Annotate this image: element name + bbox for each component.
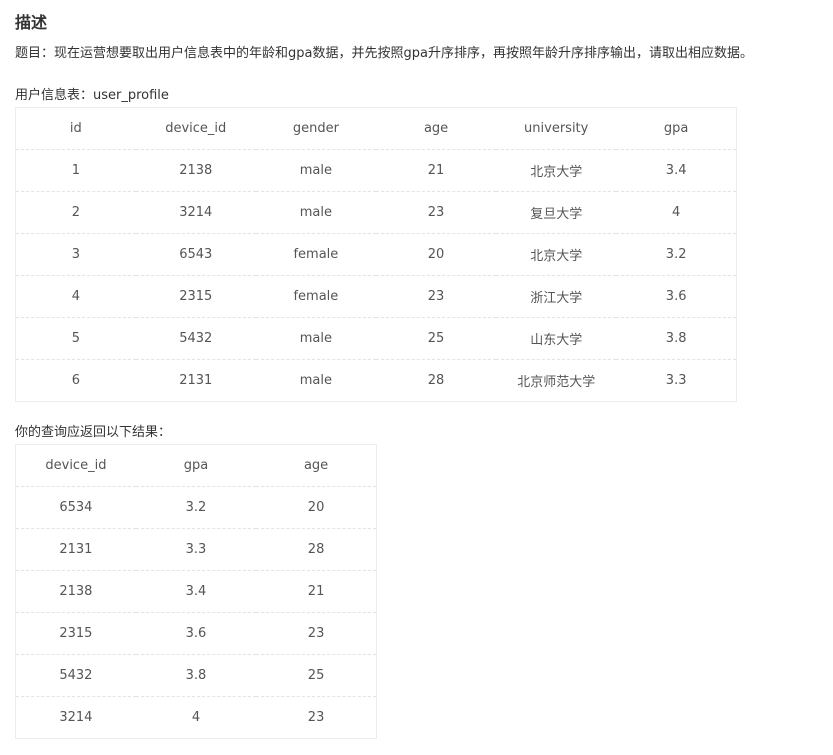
table-cell: 3.8 (135, 654, 257, 697)
table-cell: 23 (375, 191, 497, 234)
table-cell: 2315 (135, 275, 256, 318)
table-cell: 23 (375, 275, 497, 318)
table-cell: 2131 (15, 528, 136, 571)
table-cell: 3214 (135, 191, 256, 234)
table-header-row: id device_id gender age university gpa (15, 107, 737, 150)
table-cell: 3.4 (135, 570, 257, 613)
table-cell: 北京大学 (496, 233, 617, 276)
table-cell: 2131 (179, 373, 213, 388)
table-cell: 5 (15, 317, 136, 360)
table-header-row: device_id gpa age (15, 444, 377, 487)
table-cell: 28 (256, 528, 377, 571)
table-cell: 3214 (59, 710, 93, 725)
expected-result-table: device_id gpa age 6534 3.2 20 2131 3.3 28 2138 3.4… (15, 444, 377, 739)
table-row: 2138 3.4 21 (15, 570, 377, 613)
table-cell: 4 (15, 275, 136, 318)
table1-caption: 用户信息表：user_profile (15, 88, 169, 103)
table-cell: male (255, 149, 376, 192)
table-cell: 5432 (15, 654, 136, 697)
table-cell: 3.8 (616, 317, 737, 360)
table-cell: 浙江大学 (496, 275, 617, 318)
section-heading: 描述 (15, 13, 48, 32)
table-cell: female (255, 233, 376, 276)
table-cell: 3.6 (135, 612, 257, 655)
table-cell: 23 (256, 612, 377, 655)
table-row: 5432 3.8 25 (15, 654, 377, 697)
table-cell: 6 (71, 373, 80, 388)
table-cell: 4 (191, 710, 201, 725)
table-cell: 23 (307, 710, 325, 725)
column-header: device_id (15, 444, 136, 487)
table-cell: 4 (616, 191, 737, 234)
table2-caption: 你的查询应返回以下结果： (15, 425, 172, 440)
table-cell: 北京大学 (496, 149, 617, 192)
table-row: 3214 4 23 (16, 697, 377, 739)
table-cell: 28 (427, 373, 445, 388)
table-cell: 2 (15, 191, 136, 234)
column-header: age (256, 444, 377, 487)
table-row: 5 5432 male 25 山东大学 3.8 (15, 317, 737, 360)
table-cell: 3.2 (616, 233, 737, 276)
table-cell: 北京师范大学 (517, 375, 596, 390)
table-cell: 20 (256, 486, 377, 529)
table-cell: 6534 (15, 486, 136, 529)
column-header: age (375, 107, 497, 150)
table-cell: 3 (15, 233, 136, 276)
table-cell: 2138 (135, 149, 256, 192)
column-header: university (496, 107, 617, 150)
table-cell: 3.4 (616, 149, 737, 192)
table-cell: 山东大学 (496, 317, 617, 360)
problem-prompt: 题目：现在运营想要取出用户信息表中的年龄和gpa数据，并先按照gpa升序排序，再… (15, 46, 753, 61)
column-header: gpa (616, 107, 737, 150)
table-cell: 6543 (135, 233, 256, 276)
table-cell: 2315 (15, 612, 136, 655)
column-header: id (15, 107, 136, 150)
table-cell: 3.6 (616, 275, 737, 318)
table-cell: 1 (15, 149, 136, 192)
table-cell: 3.3 (135, 528, 257, 571)
table-row: 1 2138 male 21 北京大学 3.4 (15, 149, 737, 192)
table-cell: 21 (256, 570, 377, 613)
column-header: gpa (135, 444, 257, 487)
table-cell: 25 (375, 317, 497, 360)
table-row: 3 6543 female 20 北京大学 3.2 (15, 233, 737, 276)
table-cell: 2138 (15, 570, 136, 613)
table-cell: 20 (375, 233, 497, 276)
table-cell: male (299, 373, 333, 388)
table-row: 2315 3.6 23 (15, 612, 377, 655)
column-header: device_id (135, 107, 256, 150)
table-cell: female (255, 275, 376, 318)
table-row: 6534 3.2 20 (15, 486, 377, 529)
table-row: 2131 3.3 28 (15, 528, 377, 571)
table-cell: 5432 (135, 317, 256, 360)
table-cell: male (255, 191, 376, 234)
table-cell: 3.2 (135, 486, 257, 529)
table-row: 6 2131 male 28 北京师范大学 3.3 (16, 360, 737, 402)
table-cell: 25 (256, 654, 377, 697)
table-cell: 21 (375, 149, 497, 192)
table-row: 2 3214 male 23 复旦大学 4 (15, 191, 737, 234)
user-profile-table: id device_id gender age university gpa 1 2138 ma… (15, 107, 737, 402)
table-cell: male (255, 317, 376, 360)
column-header: gender (255, 107, 376, 150)
table-cell: 3.3 (665, 373, 687, 388)
table-cell: 复旦大学 (496, 191, 617, 234)
table-row: 4 2315 female 23 浙江大学 3.6 (15, 275, 737, 318)
